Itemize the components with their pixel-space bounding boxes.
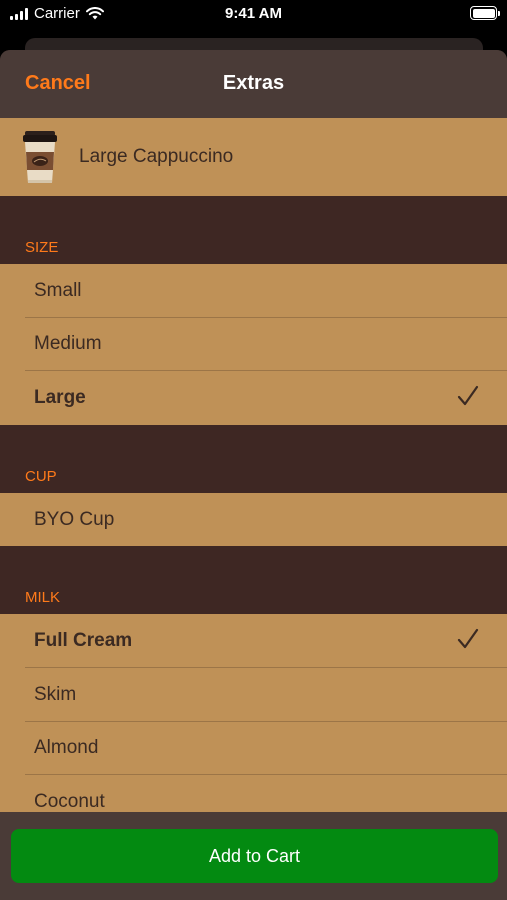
section-header-size: SIZE [0, 234, 507, 264]
coffee-cup-icon [23, 131, 57, 183]
option-label: Large [34, 386, 86, 408]
option-small[interactable]: Small [0, 264, 507, 318]
status-bar: Carrier 9:41 AM [0, 0, 507, 30]
section-header-cup: CUP [0, 462, 507, 493]
option-label: Almond [34, 737, 99, 759]
battery-icon [470, 6, 500, 20]
option-full-cream[interactable]: Full Cream [0, 614, 507, 668]
option-medium[interactable]: Medium [0, 317, 507, 372]
status-time: 9:41 AM [225, 5, 282, 22]
bottom-bar: Add to Cart [0, 812, 507, 900]
section-spacer [0, 546, 507, 585]
product-name: Large Cappuccino [79, 146, 234, 167]
cancel-button[interactable]: Cancel [25, 72, 91, 95]
section-spacer [0, 424, 507, 463]
option-label: Small [34, 279, 82, 301]
section-spacer [0, 196, 507, 234]
checkmark-icon [457, 386, 479, 406]
product-header: Large Cappuccino [0, 118, 507, 196]
option-label: Medium [34, 333, 102, 355]
extras-sheet: Cancel Extras Large Cappuccino SIZE Smal… [0, 50, 507, 900]
add-to-cart-button[interactable]: Add to Cart [11, 829, 498, 883]
option-large[interactable]: Large [0, 371, 507, 425]
section-header-milk: MILK [0, 584, 507, 615]
option-skim[interactable]: Skim [0, 667, 507, 722]
option-byo-cup[interactable]: BYO Cup [0, 492, 507, 547]
option-label: Full Cream [34, 630, 133, 652]
nav-bar: Cancel Extras [0, 50, 507, 118]
option-label: Skim [34, 683, 77, 705]
option-label: BYO Cup [34, 508, 115, 530]
option-label: Coconut [34, 790, 105, 812]
checkmark-icon [457, 629, 479, 649]
option-almond[interactable]: Almond [0, 721, 507, 776]
